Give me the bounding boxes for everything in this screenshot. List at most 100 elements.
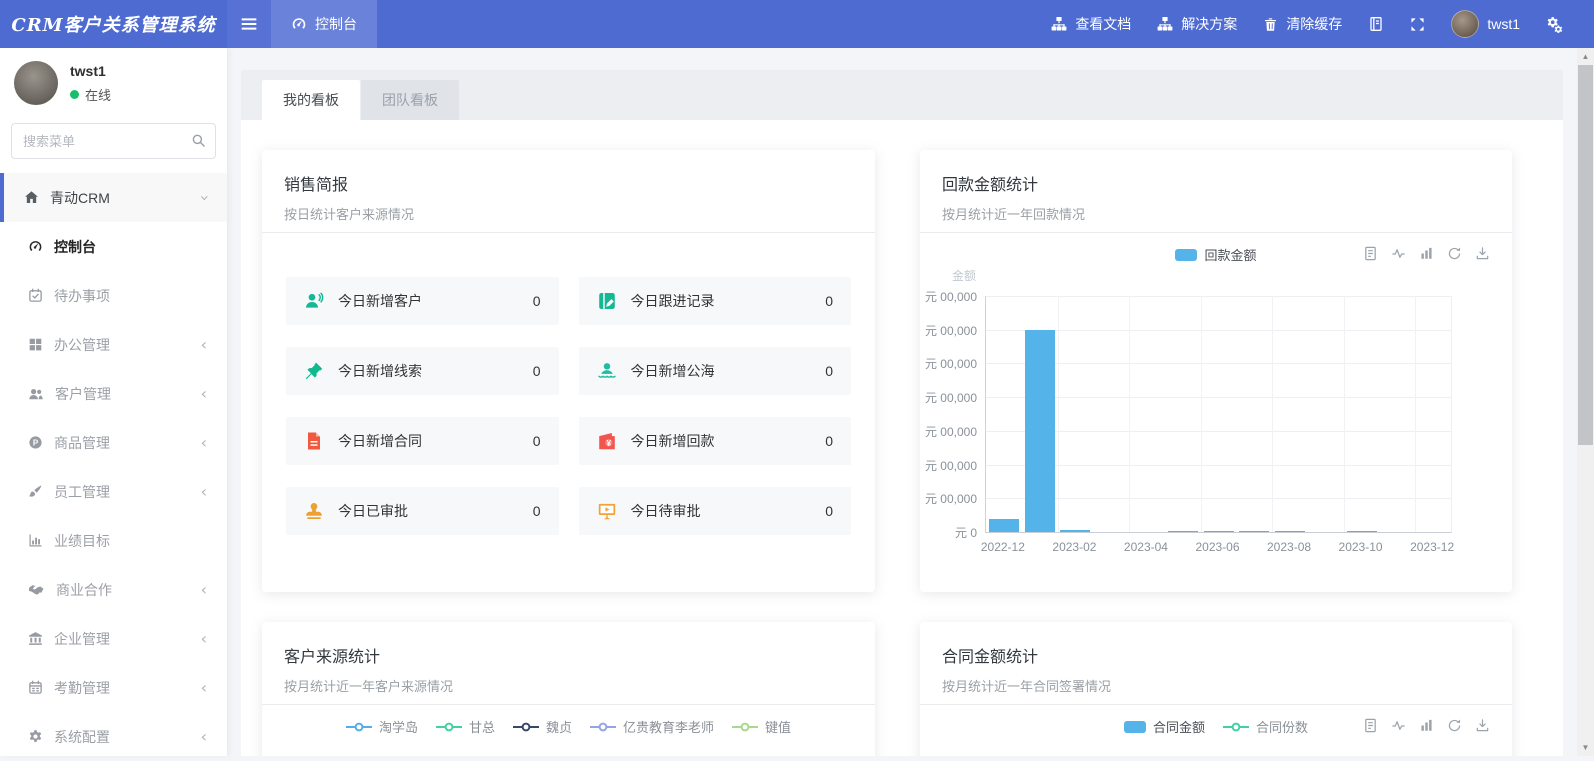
scroll-down-arrow[interactable]: ▼ — [1577, 739, 1594, 756]
legend-weizhen[interactable]: 魏贞 — [513, 717, 572, 736]
legend-line-marker — [436, 722, 462, 732]
sidebar-toggle-button[interactable] — [227, 0, 271, 48]
header-right: 查看文档 解决方案 清除缓存 twst1 — [1038, 0, 1594, 48]
bar-chart-icon[interactable] — [1419, 718, 1434, 733]
tab-team-board[interactable]: 团队看板 — [361, 80, 459, 120]
sidebar-item-enterprise[interactable]: 企业管理 ‹ — [0, 614, 227, 663]
legend-ganzong[interactable]: 甘总 — [436, 717, 495, 736]
chevron-down-icon: ‹ — [196, 194, 212, 200]
payment-stats-card: 回款金额统计 按月统计近一年回款情况 回款金额 — [920, 150, 1512, 592]
brush-icon — [28, 484, 43, 499]
main-area: 我的看板 团队看板 销售简报 按日统计客户来源情况 今日新增客户 0 — [227, 48, 1577, 756]
stat-approved[interactable]: 今日已审批 0 — [286, 487, 559, 535]
chart-toolbox — [1363, 718, 1490, 733]
user-menu[interactable]: twst1 — [1438, 0, 1533, 48]
customer-source-card: 客户来源统计 按月统计近一年客户来源情况 淘学岛 甘总 — [262, 622, 875, 756]
y-axis-labels: 00,000 元00,000 元00,000 元00,000 元00,000 元… — [925, 296, 977, 548]
presentation-icon — [597, 501, 617, 521]
sidebar-item-console[interactable]: 控制台 — [0, 222, 227, 271]
svg-text:¥: ¥ — [606, 438, 611, 448]
contract-file-icon — [304, 431, 324, 451]
data-view-icon[interactable] — [1363, 246, 1378, 261]
legend-jianzhi[interactable]: 键值 — [732, 717, 791, 736]
chart-toolbox — [1363, 246, 1490, 261]
fullscreen-button[interactable] — [1397, 0, 1438, 48]
menu-search-input[interactable] — [11, 123, 216, 159]
search-icon[interactable] — [191, 133, 206, 148]
stat-grid: 今日新增客户 0 今日跟进记录 0 今日新增线索 0 — [262, 233, 875, 535]
bar-chart-icon[interactable] — [1419, 246, 1434, 261]
payment-bar-plot[interactable] — [985, 296, 1452, 533]
calendar-check-icon — [28, 288, 43, 303]
refresh-icon[interactable] — [1447, 246, 1462, 261]
view-docs-link[interactable]: 查看文档 — [1038, 0, 1144, 48]
sidebar-item-office[interactable]: 办公管理 ‹ — [0, 320, 227, 369]
calendar-icon — [28, 680, 43, 695]
card-header: 销售简报 按日统计客户来源情况 — [262, 150, 875, 233]
online-status-label: 在线 — [85, 85, 111, 104]
sidebar-item-qingdong-crm[interactable]: 青动CRM ‹ — [0, 173, 227, 222]
chevron-left-icon: ‹ — [201, 582, 207, 598]
sidebar-item-employee[interactable]: 员工管理 ‹ — [0, 467, 227, 516]
sidebar-user-status: 在线 — [70, 85, 111, 104]
data-view-icon[interactable] — [1363, 718, 1378, 733]
sidebar: twst1 在线 青动CRM ‹ 控制台 待办事项 办公管理 ‹ — [0, 48, 228, 756]
chevron-left-icon: ‹ — [201, 729, 207, 745]
settings-gears-button[interactable] — [1533, 0, 1576, 48]
sidebar-item-cooperation[interactable]: 商业合作 ‹ — [0, 565, 227, 614]
solutions-link[interactable]: 解决方案 — [1144, 0, 1250, 48]
tab-content: 销售简报 按日统计客户来源情况 今日新增客户 0 今日跟进记录 0 — [241, 120, 1563, 756]
download-icon[interactable] — [1475, 718, 1490, 733]
stat-new-customers[interactable]: 今日新增客户 0 — [286, 277, 559, 325]
stat-follow-records[interactable]: 今日跟进记录 0 — [579, 277, 852, 325]
contract-stats-card: 合同金额统计 按月统计近一年合同签署情况 合同金额 合同份数 — [920, 622, 1512, 756]
stat-new-payments[interactable]: ¥ 今日新增回款 0 — [579, 417, 852, 465]
line-chart-icon[interactable] — [1391, 246, 1406, 261]
header-nav-console-label: 控制台 — [315, 14, 357, 34]
line-chart-icon[interactable] — [1391, 718, 1406, 733]
legend-payment-amount[interactable]: 回款金额 — [1175, 245, 1256, 264]
sitemap-icon — [1051, 16, 1067, 32]
stat-new-public-sea[interactable]: 今日新增公海 0 — [579, 347, 852, 395]
sidebar-item-attendance[interactable]: 考勤管理 ‹ — [0, 663, 227, 712]
docs-book-button[interactable] — [1355, 0, 1397, 48]
tab-my-board[interactable]: 我的看板 — [262, 80, 360, 120]
stat-new-leads[interactable]: 今日新增线索 0 — [286, 347, 559, 395]
clear-cache-button[interactable]: 清除缓存 — [1250, 0, 1355, 48]
download-icon[interactable] — [1475, 246, 1490, 261]
stat-pending-approval[interactable]: 今日待审批 0 — [579, 487, 852, 535]
chevron-left-icon: ‹ — [201, 680, 207, 696]
legend-taoxuedao[interactable]: 淘学岛 — [346, 717, 418, 736]
menu-search — [11, 123, 216, 159]
dashboard-icon — [291, 16, 307, 32]
sidebar-item-performance[interactable]: 业绩目标 — [0, 516, 227, 565]
users-icon — [28, 386, 44, 402]
y-axis-name: 金额 — [952, 267, 976, 284]
legend-yigui-education[interactable]: 亿贵教育李老师 — [590, 717, 714, 736]
refresh-icon[interactable] — [1447, 718, 1462, 733]
legend-contract-count[interactable]: 合同份数 — [1223, 717, 1308, 736]
sidebar-item-todo[interactable]: 待办事项 — [0, 271, 227, 320]
header-nav-console[interactable]: 控制台 — [271, 0, 377, 48]
app-logo: CRM客户关系管理系统 — [0, 0, 227, 48]
sidebar-item-system[interactable]: 系统配置 ‹ — [0, 712, 227, 761]
stamp-icon — [304, 501, 324, 521]
hamburger-icon — [240, 15, 258, 33]
gears-icon — [1546, 16, 1563, 33]
card-header: 合同金额统计 按月统计近一年合同签署情况 — [920, 622, 1512, 705]
legend-contract-amount[interactable]: 合同金额 — [1124, 717, 1205, 736]
stat-new-contracts[interactable]: 今日新增合同 0 — [286, 417, 559, 465]
card-title: 合同金额统计 — [942, 643, 1490, 667]
svg-text:P: P — [33, 438, 39, 447]
chevron-left-icon: ‹ — [201, 337, 207, 353]
sidebar-item-product[interactable]: P 商品管理 ‹ — [0, 418, 227, 467]
card-subtitle: 按日统计客户来源情况 — [284, 204, 853, 223]
sidebar-item-customer[interactable]: 客户管理 ‹ — [0, 369, 227, 418]
sidebar-avatar[interactable] — [14, 61, 58, 105]
scrollbar-thumb[interactable] — [1578, 65, 1593, 445]
legend-line-marker — [590, 722, 616, 732]
sidebar-menu: 青动CRM ‹ 控制台 待办事项 办公管理 ‹ 客户管理 ‹ P 商品管理 ‹ — [0, 173, 227, 761]
scroll-up-arrow[interactable]: ▲ — [1577, 48, 1594, 65]
board-tabs: 我的看板 团队看板 — [241, 70, 1563, 120]
grid-icon — [28, 337, 43, 352]
